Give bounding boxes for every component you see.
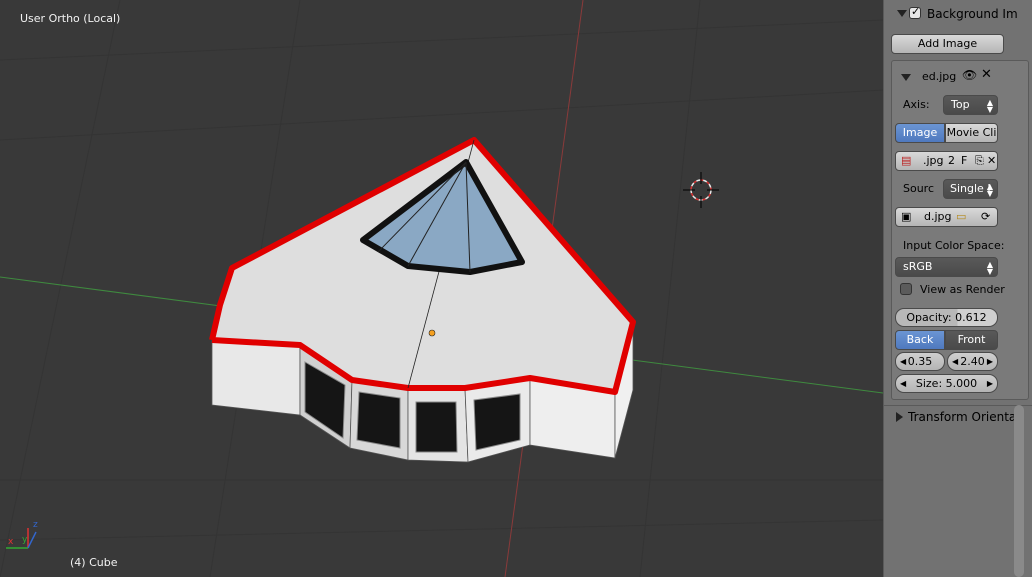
building-model (209, 137, 636, 463)
decrement-arrow-icon[interactable]: ◀ (900, 353, 906, 370)
offset-x-field[interactable]: ◀ 0.35 (895, 352, 945, 371)
image-datablock-row: ▤ .jpg 2 F ⎘ ✕ (895, 151, 998, 171)
3d-cursor-icon (683, 172, 719, 208)
remove-image-icon[interactable]: ✕ (981, 67, 992, 82)
opacity-slider[interactable]: Opacity: 0.612 (895, 308, 998, 327)
offset-x-value: 0.35 (907, 355, 933, 368)
gizmo-y-label: y (22, 535, 28, 545)
size-field[interactable]: ◀ Size: 5.000 ▶ (895, 374, 998, 393)
background-images-checkbox[interactable]: ✓ (909, 5, 921, 19)
eye-icon[interactable]: 👁 (962, 68, 977, 82)
reload-icon[interactable]: ⟳ (981, 208, 990, 226)
filepath-field[interactable]: d.jpg (924, 208, 952, 226)
offset-y-value: 2.40 (960, 355, 985, 368)
axis-label: Axis: (903, 98, 930, 111)
axis-value: Top (951, 98, 970, 111)
object-label: (4) Cube (70, 556, 118, 569)
source-label: Sourc (903, 182, 935, 195)
increment-arrow-icon[interactable]: ▶ (987, 353, 993, 370)
scene-canvas[interactable] (0, 0, 883, 577)
view-as-render-label: View as Render (920, 283, 1005, 296)
increment-arrow-icon[interactable]: ▶ (987, 375, 993, 392)
image-collapse-icon[interactable] (901, 74, 911, 81)
gizmo-x-label: x (8, 537, 14, 547)
add-image-button[interactable]: Add Image (891, 34, 1004, 54)
3d-viewport[interactable]: User Ortho (Local) (4) Cube z y x (0, 0, 883, 577)
folder-icon[interactable]: ▭ (956, 208, 966, 226)
source-dropdown[interactable]: Single I ▲ ▼ (943, 179, 998, 199)
image-file-ext[interactable]: .jpg (923, 152, 944, 170)
collapse-arrow-icon[interactable] (897, 10, 907, 17)
color-space-label: Input Color Space: (903, 239, 1005, 252)
unlink-image-icon[interactable]: ✕ (987, 152, 996, 170)
image-subpanel: ed.jpg 👁 ✕ Axis: Top ▲ ▼ Image Movie Cli … (891, 60, 1029, 400)
image-name: ed.jpg (922, 70, 957, 83)
panel-scrollbar[interactable] (1014, 405, 1024, 577)
image-browse-icon[interactable]: ▤ (901, 152, 911, 170)
offset-y-field[interactable]: ◀ 2.40 ▶ (947, 352, 998, 371)
properties-panel: ✓ Background Im Add Image ed.jpg 👁 ✕ Axi… (883, 0, 1032, 577)
view-as-render-checkbox[interactable] (900, 283, 912, 295)
fake-user-toggle[interactable]: F (961, 152, 967, 170)
decrement-arrow-icon[interactable]: ◀ (900, 375, 906, 392)
transform-orientations-header[interactable]: Transform Orientat (908, 410, 1021, 424)
front-toggle[interactable]: Front (945, 330, 998, 350)
back-toggle[interactable]: Back (895, 330, 945, 350)
file-pack-icon[interactable]: ▣ (901, 208, 911, 226)
color-space-dropdown[interactable]: sRGB ▲ ▼ (895, 257, 998, 277)
axis-dropdown[interactable]: Top ▲ ▼ (943, 95, 998, 115)
image-users-count[interactable]: 2 (948, 152, 955, 170)
decrement-arrow-icon[interactable]: ◀ (952, 353, 958, 370)
color-space-value: sRGB (903, 260, 933, 273)
divider (884, 405, 1032, 406)
gizmo-z-label: z (33, 520, 38, 530)
tab-movie-clip[interactable]: Movie Cli (945, 123, 998, 143)
source-value: Single I (950, 182, 991, 195)
tab-image[interactable]: Image (895, 123, 945, 143)
check-icon: ✓ (911, 5, 921, 18)
size-value: Size: 5.000 (915, 377, 978, 390)
dropdown-arrows-icon: ▲ ▼ (986, 98, 993, 114)
color-space-arrows-icon: ▲ ▼ (986, 260, 993, 276)
view-label: User Ortho (Local) (20, 12, 121, 25)
source-arrows-icon: ▲ ▼ (986, 182, 993, 198)
origin-dot (428, 329, 436, 337)
open-image-icon[interactable]: ⎘ (975, 152, 984, 170)
panel-header-label: Background Im (927, 7, 1018, 21)
filepath-row: ▣ d.jpg ▭ ⟳ (895, 207, 998, 227)
transform-expand-icon[interactable] (896, 412, 903, 422)
